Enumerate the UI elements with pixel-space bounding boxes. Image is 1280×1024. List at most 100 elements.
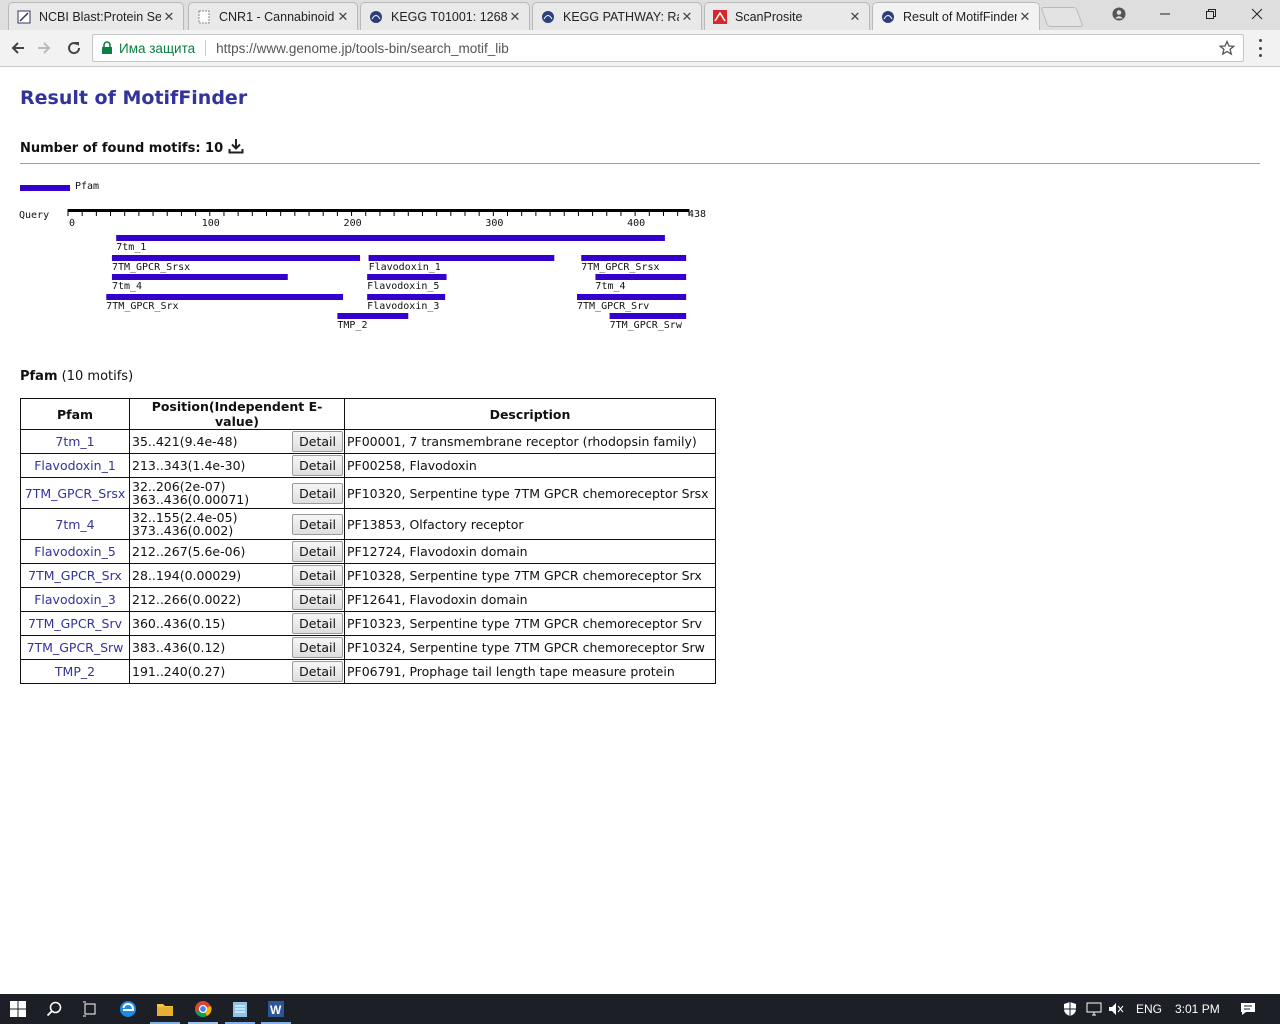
table-row: TMP_2 191..240(0.27) Detail PF06791, Propha… xyxy=(20,659,716,684)
tab-cnr1[interactable]: CNR1 - Cannabinoid ✕ xyxy=(188,2,358,30)
search-icon[interactable] xyxy=(42,997,66,1021)
table-row: 7TM_GPCR_Srv 360..436(0.15) Detail PF10323,… xyxy=(20,611,716,636)
tab-scanprosite[interactable]: ScanProsite ✕ xyxy=(704,2,870,30)
pfam-cell: Flavodoxin_1 xyxy=(20,453,130,478)
forward-button[interactable] xyxy=(32,36,56,60)
tick-label: 0 xyxy=(69,218,75,229)
position-text: 213..343(1.4e-30) xyxy=(130,459,245,472)
pfam-cell: 7TM_GPCR_Srw xyxy=(20,635,130,660)
detail-button[interactable]: Detail xyxy=(292,482,343,504)
position-range: 28..194(0.00029) xyxy=(132,568,242,583)
lock-icon xyxy=(102,41,112,54)
tab-kegg-t01001[interactable]: KEGG T01001: 1268 ✕ xyxy=(360,2,530,30)
detail-button[interactable]: Detail xyxy=(292,661,343,682)
pfam-link[interactable]: 7TM_GPCR_Srsx xyxy=(25,486,126,501)
detail-button[interactable]: Detail xyxy=(292,565,343,586)
table-row: Flavodoxin_5 212..267(5.6e-06) Detail PF127… xyxy=(20,539,716,564)
results-table: Pfam Position(Independent E-value) Descr… xyxy=(20,398,716,684)
position-range: 213..343(1.4e-30) xyxy=(132,458,246,473)
notepad-icon[interactable] xyxy=(228,997,252,1021)
download-icon[interactable] xyxy=(228,138,244,154)
header-description: Description xyxy=(344,398,716,430)
close-icon[interactable]: ✕ xyxy=(335,9,351,25)
motif-label: 7tm_1 xyxy=(116,242,146,253)
ncbi-icon xyxy=(17,10,31,24)
expasy-icon xyxy=(713,9,727,24)
close-icon[interactable]: ✕ xyxy=(847,9,863,25)
pfam-link[interactable]: TMP_2 xyxy=(55,664,95,679)
table-row: 7TM_GPCR_Srx 28..194(0.00029) Detail PF1032… xyxy=(20,563,716,588)
header-position: Position(Independent E-value) xyxy=(129,398,345,430)
url-text[interactable]: https://www.genome.jp/tools-bin/search_m… xyxy=(216,41,509,56)
detail-button[interactable]: Detail xyxy=(292,513,343,535)
description-cell: PF10323, Serpentine type 7TM GPCR chemor… xyxy=(344,611,716,636)
pfam-link[interactable]: 7TM_GPCR_Srw xyxy=(27,640,124,655)
language-indicator[interactable]: ENG xyxy=(1136,1002,1162,1016)
defender-shield-icon[interactable] xyxy=(1058,997,1082,1021)
detail-button[interactable]: Detail xyxy=(292,613,343,634)
pfam-link[interactable]: Flavodoxin_1 xyxy=(34,458,116,473)
volume-muted-icon[interactable] xyxy=(1104,997,1128,1021)
tab-motiffinder-result[interactable]: Result of MotifFinder ✕ xyxy=(872,2,1040,30)
word-icon[interactable]: W xyxy=(264,997,288,1021)
position-text: 35..421(9.4e-48) xyxy=(130,435,237,448)
detail-button[interactable]: Detail xyxy=(292,541,343,562)
divider xyxy=(20,163,1260,164)
tab-ncbi-blast[interactable]: NCBI Blast:Protein Se ✕ xyxy=(8,2,184,30)
position-range: 212..266(0.0022) xyxy=(132,592,242,607)
pfam-link[interactable]: Flavodoxin_5 xyxy=(34,544,116,559)
detail-button[interactable]: Detail xyxy=(292,455,343,476)
position-text: 383..436(0.12) xyxy=(130,641,225,654)
close-window-button[interactable] xyxy=(1234,0,1280,28)
motif-bar xyxy=(367,294,446,300)
network-icon[interactable] xyxy=(1082,997,1106,1021)
page-title: Result of MotifFinder xyxy=(20,87,248,109)
edge-icon[interactable] xyxy=(116,997,140,1021)
pfam-link[interactable]: 7tm_1 xyxy=(55,434,94,449)
detail-button[interactable]: Detail xyxy=(292,589,343,610)
tick-label: 200 xyxy=(344,218,362,229)
reload-button[interactable] xyxy=(62,36,86,60)
security-label: Има защита xyxy=(119,40,196,56)
task-view-icon[interactable] xyxy=(78,997,102,1021)
kegg-icon xyxy=(881,10,895,24)
position-range: 373..436(0.002) xyxy=(132,523,234,538)
position-cell: 35..421(9.4e-48) Detail xyxy=(129,429,345,454)
header-pfam: Pfam xyxy=(20,398,130,430)
motif-map: Query 0 100 200 300 400 438 7tm_1 7TM_GPCR_Srsx 7… xyxy=(19,209,706,331)
clock[interactable]: 3:01 PM xyxy=(1175,1002,1220,1016)
profile-icon[interactable] xyxy=(1096,0,1142,28)
position-text: 212..266(0.0022) xyxy=(130,593,241,606)
motif-bar xyxy=(595,274,687,280)
position-cell: 32..206(2e-07) 363..436(0.00071) Detail xyxy=(129,477,345,509)
minimize-button[interactable] xyxy=(1142,0,1188,28)
close-icon[interactable]: ✕ xyxy=(161,9,177,25)
pfam-link[interactable]: 7tm_4 xyxy=(55,517,94,532)
close-icon[interactable]: ✕ xyxy=(679,9,695,25)
pfam-link[interactable]: 7TM_GPCR_Srx xyxy=(28,568,122,583)
motif-label: Flavodoxin_5 xyxy=(367,281,439,292)
action-center-icon[interactable] xyxy=(1236,997,1260,1021)
detail-button[interactable]: Detail xyxy=(292,431,343,452)
windows-start-icon[interactable] xyxy=(6,997,30,1021)
chrome-icon[interactable] xyxy=(191,997,215,1021)
motif-label: 7tm_4 xyxy=(595,281,625,292)
close-icon[interactable]: ✕ xyxy=(507,9,523,25)
new-tab-button[interactable] xyxy=(1040,7,1084,27)
address-bar[interactable]: Има защита https://www.genome.jp/tools-b… xyxy=(92,34,1244,62)
kegg-icon xyxy=(369,10,383,24)
position-text: 212..267(5.6e-06) xyxy=(130,545,245,558)
bookmark-star-icon[interactable] xyxy=(1219,40,1235,56)
restore-button[interactable] xyxy=(1188,0,1234,28)
browser-menu-icon[interactable] xyxy=(1254,39,1266,57)
pfam-link[interactable]: Flavodoxin_3 xyxy=(34,592,116,607)
file-explorer-icon[interactable] xyxy=(153,997,177,1021)
motif-label: TMP_2 xyxy=(337,320,367,331)
back-button[interactable] xyxy=(6,36,30,60)
tab-kegg-pathway[interactable]: KEGG PATHWAY: Rap ✕ xyxy=(532,2,702,30)
pfam-link[interactable]: 7TM_GPCR_Srv xyxy=(28,616,122,631)
detail-button[interactable]: Detail xyxy=(292,637,343,658)
table-header-row: Pfam Position(Independent E-value) Descr… xyxy=(20,398,716,430)
position-text: 191..240(0.27) xyxy=(130,665,225,678)
close-icon[interactable]: ✕ xyxy=(1017,9,1033,25)
